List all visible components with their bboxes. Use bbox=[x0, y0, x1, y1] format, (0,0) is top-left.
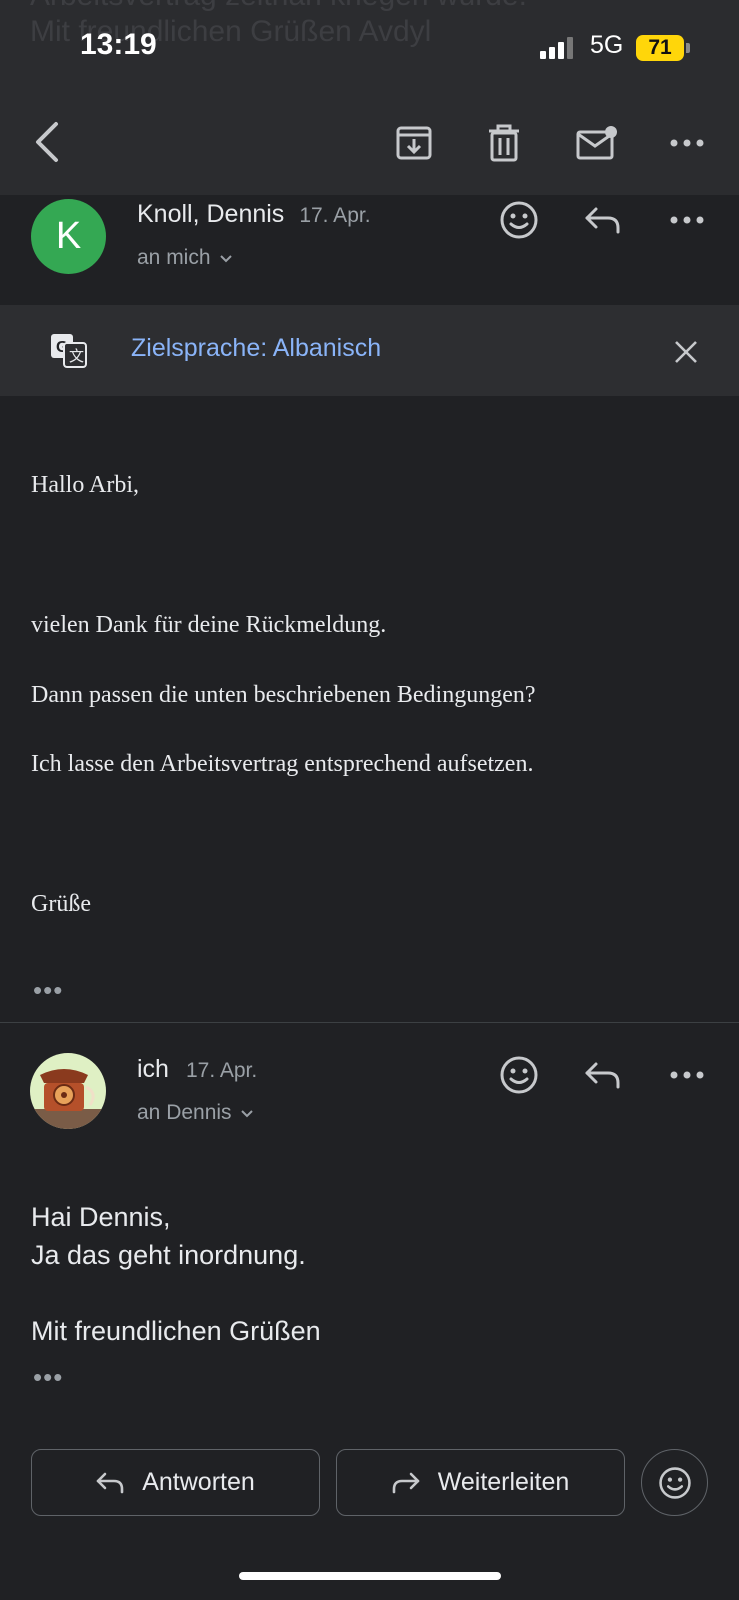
reply-icon bbox=[96, 1472, 124, 1493]
archive-icon bbox=[396, 126, 432, 160]
close-translate-button[interactable] bbox=[668, 334, 704, 370]
more-horizontal-icon bbox=[670, 139, 704, 147]
trash-icon bbox=[489, 124, 519, 162]
body-line: Ja das geht inordnung. bbox=[31, 1240, 306, 1270]
reply-icon bbox=[585, 207, 620, 234]
back-button[interactable] bbox=[22, 117, 72, 167]
status-time: 13:19 bbox=[80, 28, 157, 61]
home-indicator[interactable] bbox=[239, 1572, 501, 1580]
delete-button[interactable] bbox=[479, 118, 529, 168]
sender-name: ich bbox=[137, 1055, 169, 1083]
forward-icon bbox=[392, 1472, 420, 1493]
react-emoji-button[interactable] bbox=[497, 1053, 541, 1097]
back-arrow-icon bbox=[36, 122, 58, 162]
battery-cap bbox=[686, 43, 690, 53]
body-line: Mit freundlichen Grüßen bbox=[31, 1316, 321, 1346]
forward-action-button[interactable]: Weiterleiten bbox=[336, 1449, 625, 1516]
recipient-label: an mich bbox=[137, 246, 211, 269]
forward-action-label: Weiterleiten bbox=[437, 1468, 570, 1496]
network-type: 5G bbox=[590, 31, 624, 59]
more-horizontal-icon bbox=[670, 216, 704, 224]
battery-indicator: 71 bbox=[636, 35, 684, 61]
archive-button[interactable] bbox=[389, 118, 439, 168]
avatar[interactable]: K bbox=[31, 199, 106, 274]
reply-action-button[interactable]: Antworten bbox=[31, 1449, 320, 1516]
react-emoji-button[interactable] bbox=[497, 198, 541, 242]
recipient-label: an Dennis bbox=[137, 1101, 232, 1124]
chevron-down-icon bbox=[219, 254, 232, 262]
message-more-button[interactable] bbox=[664, 200, 710, 240]
reply-action-label: Antworten bbox=[142, 1468, 255, 1496]
reply-button[interactable] bbox=[581, 1055, 625, 1095]
sender-row: ich 17. Apr. bbox=[137, 1055, 257, 1084]
divider bbox=[0, 1022, 739, 1023]
react-emoji-action-button[interactable] bbox=[641, 1449, 708, 1516]
show-trimmed-content-button[interactable]: ••• bbox=[33, 1362, 63, 1393]
body-line: vielen Dank für deine Rückmeldung. bbox=[31, 612, 387, 638]
translate-icon: G 文 bbox=[50, 333, 88, 369]
svg-text:文: 文 bbox=[69, 348, 84, 365]
mark-unread-icon bbox=[576, 126, 617, 160]
smiley-icon bbox=[500, 201, 538, 239]
smiley-icon bbox=[500, 1056, 538, 1094]
body-line: Dann passen die unten beschriebenen Bedi… bbox=[31, 682, 536, 708]
signal-icon bbox=[540, 37, 576, 59]
recipient-details-toggle[interactable]: an mich bbox=[137, 246, 233, 270]
message-date: 17. Apr. bbox=[185, 1059, 258, 1082]
smiley-icon bbox=[658, 1466, 691, 1499]
reply-button[interactable] bbox=[581, 200, 625, 240]
more-options-button[interactable] bbox=[664, 118, 710, 168]
sender-row: Knoll, Dennis 17. Apr. bbox=[137, 200, 371, 229]
chevron-down-icon bbox=[240, 1109, 253, 1117]
body-closing: Grüße bbox=[31, 891, 91, 917]
more-horizontal-icon bbox=[670, 1071, 704, 1079]
mark-unread-button[interactable] bbox=[570, 118, 624, 168]
close-icon bbox=[675, 341, 697, 363]
show-trimmed-content-button[interactable]: ••• bbox=[33, 975, 63, 1006]
avatar[interactable] bbox=[30, 1053, 106, 1129]
sender-name: Knoll, Dennis bbox=[137, 200, 285, 228]
body-line: Ich lasse den Arbeitsvertrag entsprechen… bbox=[31, 751, 534, 777]
reply-icon bbox=[585, 1062, 620, 1089]
message-more-button[interactable] bbox=[664, 1055, 710, 1095]
body-greeting: Hallo Arbi, bbox=[31, 472, 139, 498]
message-date: 17. Apr. bbox=[299, 204, 371, 227]
target-language-link[interactable]: Zielsprache: Albanisch bbox=[131, 334, 381, 363]
recipient-details-toggle[interactable]: an Dennis bbox=[137, 1101, 254, 1125]
body-line: Hai Dennis, bbox=[31, 1202, 171, 1232]
telephone-icon bbox=[30, 1069, 106, 1129]
